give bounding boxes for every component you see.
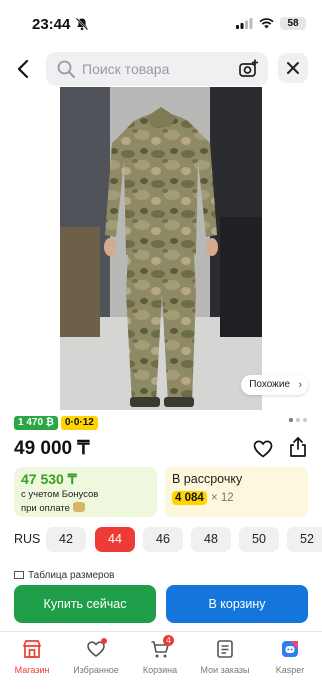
size-option[interactable]: 52: [287, 527, 322, 552]
gallery-pagination: [289, 418, 307, 422]
tab-label: Магазин: [14, 665, 50, 675]
bonus-coin-icon: [72, 502, 85, 512]
pagination-dot: [303, 418, 307, 422]
buy-now-button[interactable]: Купить сейчас: [14, 585, 156, 623]
share-icon[interactable]: [288, 436, 308, 458]
search-header: Поиск товара: [0, 52, 322, 86]
cart-icon-wrap: 4: [150, 635, 174, 659]
kasper-icon: [282, 641, 298, 657]
status-bar: 23:44 58: [0, 0, 322, 44]
installment-badge: 0·0·12: [60, 416, 98, 430]
size-option[interactable]: 50: [239, 527, 279, 552]
size-table-label: Таблица размеров: [28, 570, 115, 581]
close-button[interactable]: [278, 53, 308, 83]
ruler-icon: [14, 571, 24, 579]
installment-title: В рассрочку: [172, 472, 243, 486]
bell-off-icon: [75, 17, 89, 31]
bonus-badge: 1 470 ₿: [14, 416, 58, 430]
battery-level: 58: [280, 17, 306, 30]
installment-card[interactable]: В рассрочку 4 084 × 12: [165, 467, 308, 517]
tab-label: Kasper: [275, 665, 305, 675]
bottom-tab-bar: Магазин Избранное 4 Корзина Мои заказы K…: [0, 631, 322, 700]
search-input[interactable]: Поиск товара: [46, 52, 268, 86]
shop-icon: [23, 640, 41, 658]
tab-kasper[interactable]: Kasper: [258, 639, 322, 675]
cart-count-badge: 4: [163, 635, 174, 646]
size-selector: RUS 42 44 46 48 50 52: [0, 527, 322, 552]
bonus-price: 47 530 ₸: [21, 471, 77, 487]
chevron-right-icon: ›: [298, 379, 302, 391]
bonus-payment-note: при оплате: [21, 502, 85, 514]
size-option-selected[interactable]: 44: [95, 527, 135, 552]
status-icons: 58: [236, 17, 306, 30]
size-system[interactable]: RUS: [14, 532, 40, 546]
similar-label: Похожие: [249, 379, 290, 390]
size-table-link[interactable]: Таблица размеров: [14, 570, 142, 582]
add-to-cart-button[interactable]: В корзину: [166, 585, 308, 623]
tab-orders[interactable]: Мои заказы: [193, 639, 257, 675]
pagination-dot: [296, 418, 300, 422]
close-icon: [287, 62, 299, 74]
tab-label: Мои заказы: [200, 665, 250, 675]
installment-multiplier: × 12: [211, 492, 234, 504]
camera-plus-icon[interactable]: [238, 58, 260, 80]
size-option[interactable]: 46: [143, 527, 183, 552]
notification-dot: [101, 638, 107, 644]
size-option[interactable]: 42: [46, 527, 86, 552]
favorite-heart-icon[interactable]: [253, 439, 273, 459]
product-price: 49 000 ₸: [14, 438, 90, 459]
back-arrow-icon[interactable]: [14, 58, 34, 80]
similar-products-button[interactable]: Похожие ›: [241, 375, 308, 395]
tab-favorites[interactable]: Избранное: [64, 638, 128, 675]
search-placeholder: Поиск товара: [82, 61, 170, 77]
bonus-price-card[interactable]: 47 530 ₸ с учетом Бонусов при оплате: [14, 467, 157, 517]
installment-amount: 4 084: [172, 491, 207, 505]
tab-label: Корзина: [142, 665, 178, 675]
heart-icon-wrap: [86, 638, 107, 659]
product-photo[interactable]: [60, 87, 262, 410]
tab-shop[interactable]: Магазин: [0, 639, 64, 675]
signal-icon: [236, 18, 253, 29]
orders-icon: [217, 640, 233, 658]
product-badges: 1 470 ₿ 0·0·12: [14, 416, 98, 430]
camo-uniform-illustration: [60, 87, 262, 410]
wifi-icon: [259, 18, 274, 29]
tab-cart[interactable]: 4 Корзина: [128, 635, 192, 675]
search-icon: [57, 60, 75, 78]
bonus-payment-label: при оплате: [21, 503, 70, 514]
bonus-description: с учетом Бонусов: [21, 489, 99, 500]
tab-label: Избранное: [73, 665, 119, 675]
size-option[interactable]: 48: [191, 527, 231, 552]
status-time: 23:44: [32, 16, 71, 33]
pagination-dot: [289, 418, 293, 422]
